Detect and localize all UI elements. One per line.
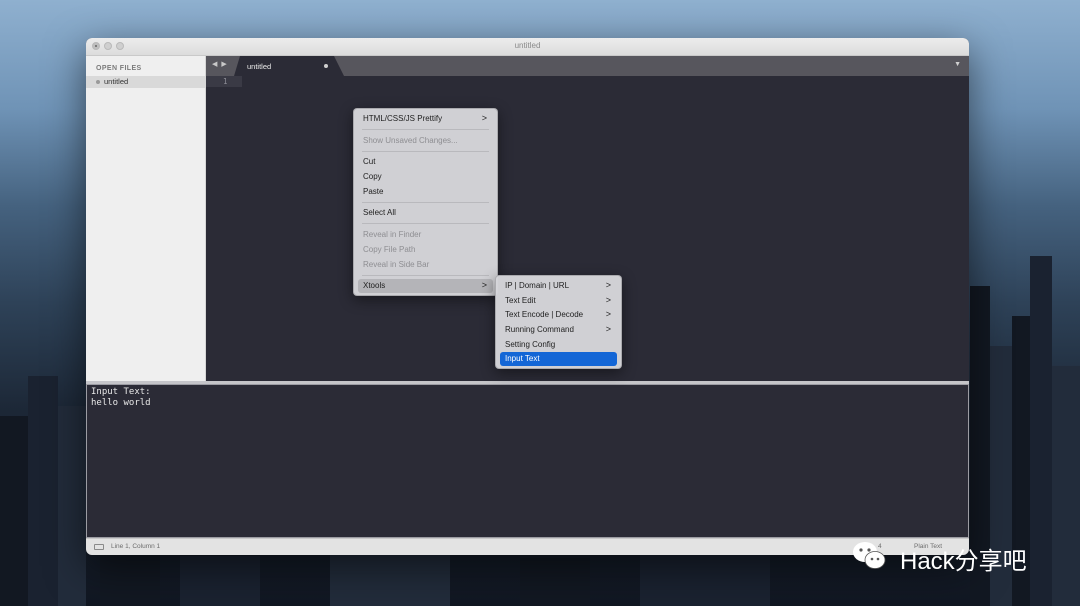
unsaved-dot-icon — [96, 80, 100, 84]
chevron-right-icon: > — [605, 309, 611, 319]
menu-item-xtools[interactable]: Xtools > — [358, 279, 493, 293]
title-bar: untitled — [86, 38, 969, 56]
menu-item-copy-file-path: Copy File Path — [363, 245, 416, 254]
chevron-right-icon: > — [605, 280, 611, 290]
window-title: untitled — [514, 41, 541, 50]
sidebar: OPEN FILES untitled — [86, 56, 206, 381]
menu-item-reveal-in-finder: Reveal in Finder — [363, 230, 422, 239]
chevron-right-icon: > — [605, 295, 611, 305]
watermark-text: Hack分享吧 — [900, 548, 1027, 575]
tab-bar: ◀ ▶ untitled ▼ — [206, 56, 969, 76]
sidebar-item-untitled[interactable]: untitled — [86, 76, 205, 88]
tab-nav-arrows-icon[interactable]: ◀ ▶ — [212, 60, 228, 68]
menu-item-reveal-in-sidebar: Reveal in Side Bar — [363, 260, 430, 269]
watermark: Hack分享吧 — [852, 538, 1052, 575]
menu-separator — [362, 151, 489, 152]
chevron-right-icon: > — [605, 324, 611, 334]
menu-separator — [362, 202, 489, 203]
menu-item-html-prettify[interactable]: HTML/CSS/JS Prettify > — [358, 112, 493, 126]
menu-separator — [362, 129, 489, 130]
submenu-item-running-command[interactable]: Running Command > — [500, 323, 617, 337]
wechat-logo-icon — [853, 542, 886, 569]
menu-item-paste[interactable]: Paste — [358, 185, 493, 199]
xtools-submenu: IP | Domain | URL > Text Edit > Text Encod… — [495, 275, 622, 369]
cursor-position: Line 1, Column 1 — [111, 543, 161, 550]
submenu-item-text-edit[interactable]: Text Edit > — [500, 294, 617, 308]
chevron-right-icon: > — [481, 113, 487, 123]
menu-item-cut[interactable]: Cut — [358, 155, 493, 169]
submenu-item-setting-config[interactable]: Setting Config — [500, 338, 617, 352]
chevron-right-icon: > — [481, 280, 487, 290]
panel-toggle-icon[interactable] — [94, 544, 104, 550]
menu-separator — [362, 223, 489, 224]
output-panel[interactable]: Input Text: hello world — [86, 384, 969, 538]
sidebar-item-label: untitled — [104, 77, 129, 86]
current-line-gutter: 1 — [206, 76, 242, 87]
sidebar-heading: OPEN FILES — [96, 65, 142, 72]
tab-untitled[interactable]: untitled — [234, 56, 344, 76]
menu-item-show-unsaved: Show Unsaved Changes... — [363, 136, 458, 145]
menu-separator — [362, 275, 489, 276]
menu-item-copy[interactable]: Copy — [358, 170, 493, 184]
status-bar: Line 1, Column 1 4 Plain Text — [86, 538, 969, 555]
menu-item-select-all[interactable]: Select All — [358, 206, 493, 220]
submenu-item-ip-domain-url[interactable]: IP | Domain | URL > — [500, 279, 617, 293]
tab-label: untitled — [247, 62, 272, 71]
submenu-item-input-text[interactable]: Input Text — [500, 352, 617, 366]
submenu-item-text-encode-decode[interactable]: Text Encode | Decode > — [500, 308, 617, 322]
output-line: Input Text: — [91, 387, 151, 397]
tab-dropdown-icon[interactable]: ▼ — [954, 61, 961, 68]
output-line: hello world — [91, 398, 151, 408]
context-menu: HTML/CSS/JS Prettify > Show Unsaved Chang… — [353, 108, 498, 296]
line-number: 1 — [223, 77, 228, 86]
tab-close-dot-icon[interactable] — [324, 64, 328, 68]
